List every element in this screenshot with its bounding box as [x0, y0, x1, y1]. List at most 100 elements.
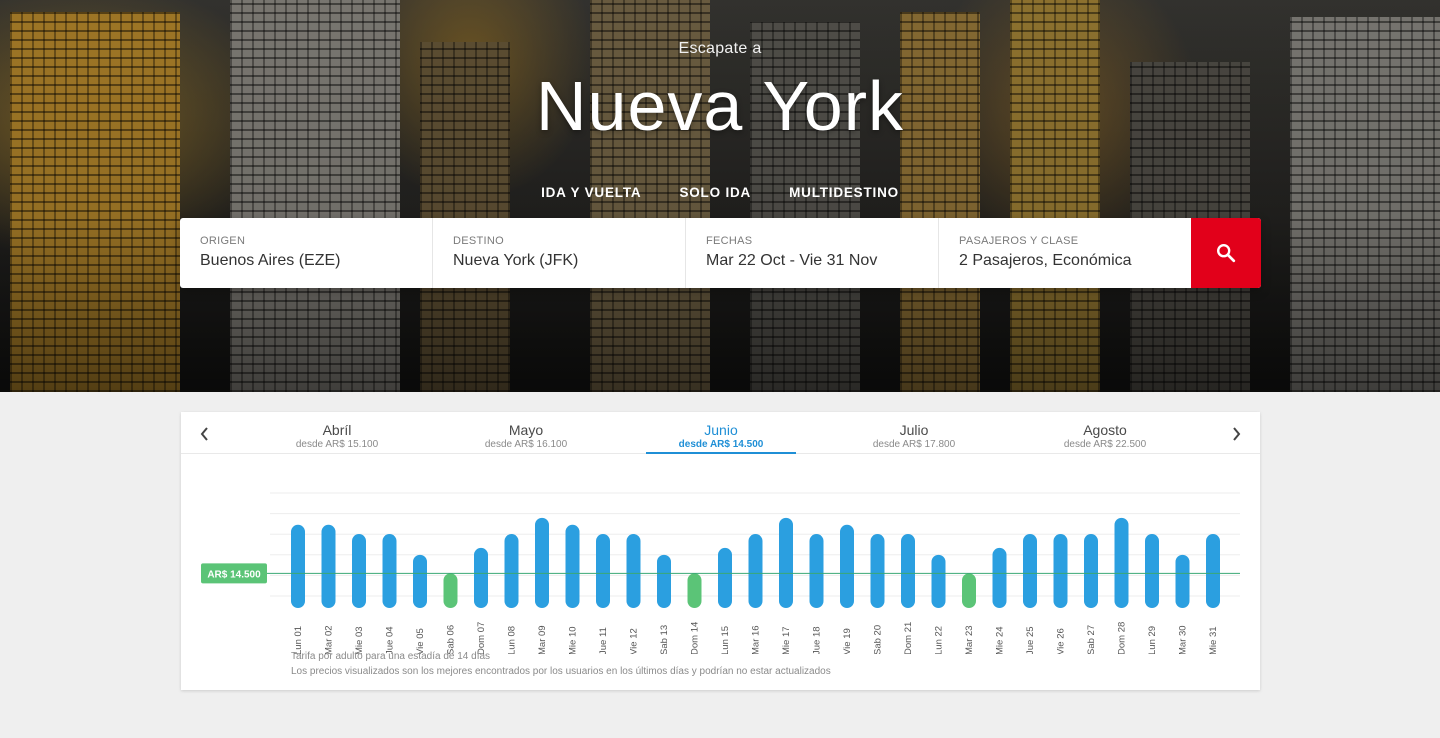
- month-selector: Abríl desde AR$ 15.100 Mayo desde AR$ 16…: [181, 412, 1260, 454]
- fare-note: Tarifa por adulto para una estadía de 14…: [291, 651, 491, 662]
- day-label: Lun 29: [1147, 626, 1158, 654]
- month-price: desde AR$ 16.100: [484, 439, 568, 450]
- price-bar[interactable]: [962, 573, 976, 608]
- chevron-left-icon: [200, 427, 208, 441]
- origin-field[interactable]: ORIGEN Buenos Aires (EZE): [180, 218, 433, 288]
- price-bar[interactable]: [1145, 534, 1159, 608]
- day-label: Mar 23: [964, 625, 975, 654]
- day-label: Mie 03: [354, 626, 365, 654]
- price-bar[interactable]: [535, 517, 549, 608]
- month-name: Abríl: [322, 422, 352, 438]
- price-bar[interactable]: [291, 524, 305, 608]
- day-label: Sab 13: [659, 625, 670, 654]
- destination-value: Nueva York (JFK): [453, 252, 579, 269]
- day-label: Lun 22: [934, 626, 945, 654]
- day-label: Lun 08: [507, 626, 518, 654]
- price-bar[interactable]: [657, 554, 671, 608]
- day-label: Jue 18: [812, 626, 823, 654]
- price-bar[interactable]: [809, 534, 824, 608]
- day-label: Lun 15: [720, 626, 731, 654]
- day-label: Dom 14: [690, 622, 701, 654]
- passengers-label: PASAJEROS Y CLASE: [959, 235, 1079, 247]
- tab-multi-destination[interactable]: MULTIDESTINO: [789, 185, 899, 200]
- price-bar[interactable]: [1206, 534, 1220, 608]
- search-button[interactable]: [1191, 218, 1261, 288]
- month-name: Mayo: [508, 422, 544, 438]
- price-bar[interactable]: [748, 534, 763, 608]
- price-bar[interactable]: [840, 524, 854, 608]
- price-bar[interactable]: [870, 534, 885, 608]
- price-bar[interactable]: [321, 524, 336, 608]
- search-icon: [1217, 244, 1236, 263]
- day-label: Sab 06: [446, 625, 457, 654]
- price-bar[interactable]: [413, 554, 427, 608]
- day-label: Mar 30: [1178, 625, 1189, 654]
- day-label: Dom 28: [1117, 622, 1128, 654]
- price-bar[interactable]: [382, 534, 397, 608]
- prev-month-button[interactable]: [194, 423, 216, 445]
- destination-field[interactable]: DESTINO Nueva York (JFK): [433, 218, 686, 288]
- month-tab-abril[interactable]: Abríl desde AR$ 15.100: [262, 422, 412, 454]
- price-bar[interactable]: [1084, 534, 1098, 608]
- passengers-field[interactable]: PASAJEROS Y CLASE 2 Pasajeros, Económica: [939, 218, 1191, 288]
- price-bar[interactable]: [474, 547, 488, 608]
- month-tab-agosto[interactable]: Agosto desde AR$ 22.500: [1030, 422, 1180, 454]
- day-label: Mie 31: [1208, 626, 1219, 654]
- next-month-button[interactable]: [1225, 423, 1247, 445]
- month-price: desde AR$ 17.800: [872, 439, 956, 450]
- day-label: Vie 19: [842, 628, 853, 654]
- destination-label: DESTINO: [453, 235, 504, 247]
- day-label: Mar 09: [537, 625, 548, 654]
- price-bar[interactable]: [626, 534, 641, 608]
- passengers-value: 2 Pasajeros, Económica: [959, 252, 1132, 269]
- price-bar[interactable]: [504, 534, 519, 608]
- day-label: Jue 11: [598, 627, 609, 654]
- price-bar[interactable]: [1114, 517, 1129, 608]
- month-price: desde AR$ 14.500: [678, 439, 764, 450]
- month-name: Julio: [899, 422, 929, 438]
- price-bar[interactable]: [443, 573, 458, 608]
- daily-price-chart: Lun 01 Mar 02 Mie 03 Jue 04 Vie 05 Sab 06 Dom …: [201, 492, 1240, 654]
- price-bar[interactable]: [931, 554, 946, 608]
- day-label: Mie 24: [995, 626, 1006, 654]
- price-bar[interactable]: [1053, 534, 1068, 608]
- month-name: Junio: [704, 422, 738, 438]
- origin-label: ORIGEN: [200, 235, 246, 247]
- price-bar[interactable]: [565, 524, 580, 608]
- day-label: Dom 21: [903, 622, 914, 654]
- tab-round-trip[interactable]: IDA Y VUELTA: [541, 185, 641, 200]
- reference-label: AR$ 14.500: [207, 569, 261, 580]
- destination-title: Nueva York: [535, 67, 905, 145]
- dates-field[interactable]: FECHAS Mar 22 Oct - Vie 31 Nov: [686, 218, 939, 288]
- month-tab-mayo[interactable]: Mayo desde AR$ 16.100: [451, 422, 601, 454]
- day-label: Vie 12: [629, 628, 640, 654]
- day-label: Lun 01: [293, 626, 304, 654]
- price-bar[interactable]: [992, 547, 1007, 608]
- price-bar[interactable]: [352, 534, 366, 608]
- price-bar[interactable]: [901, 534, 915, 608]
- month-tab-junio[interactable]: Junio desde AR$ 14.500: [646, 422, 796, 454]
- day-label: Mar 16: [751, 625, 762, 654]
- price-bar[interactable]: [1023, 534, 1037, 608]
- month-name: Agosto: [1083, 422, 1127, 438]
- tab-one-way[interactable]: SOLO IDA: [679, 185, 751, 200]
- hero-eyebrow: Escapate a: [678, 40, 762, 57]
- month-price: desde AR$ 15.100: [295, 439, 379, 450]
- price-calendar-card: Abríl desde AR$ 15.100 Mayo desde AR$ 16…: [181, 412, 1260, 690]
- price-bar[interactable]: [1175, 554, 1190, 608]
- price-bar[interactable]: [596, 534, 610, 608]
- price-bar[interactable]: [687, 573, 702, 608]
- dates-label: FECHAS: [706, 235, 753, 247]
- chevron-right-icon: [1233, 427, 1241, 441]
- price-bar[interactable]: [779, 517, 793, 608]
- day-label: Vie 26: [1056, 628, 1067, 654]
- flight-search-bar: ORIGEN Buenos Aires (EZE) DESTINO Nueva …: [180, 218, 1261, 288]
- dates-value: Mar 22 Oct - Vie 31 Nov: [706, 252, 878, 269]
- day-label: Mie 10: [568, 626, 579, 654]
- disclaimer-note: Los precios visualizados son los mejores…: [291, 666, 831, 677]
- price-bar[interactable]: [718, 547, 732, 608]
- month-tab-julio[interactable]: Julio desde AR$ 17.800: [839, 422, 989, 454]
- hero-banner: Escapate a Nueva York IDA Y VUELTA SOLO …: [0, 0, 1440, 392]
- origin-value: Buenos Aires (EZE): [200, 252, 341, 269]
- day-label: Jue 04: [385, 626, 396, 654]
